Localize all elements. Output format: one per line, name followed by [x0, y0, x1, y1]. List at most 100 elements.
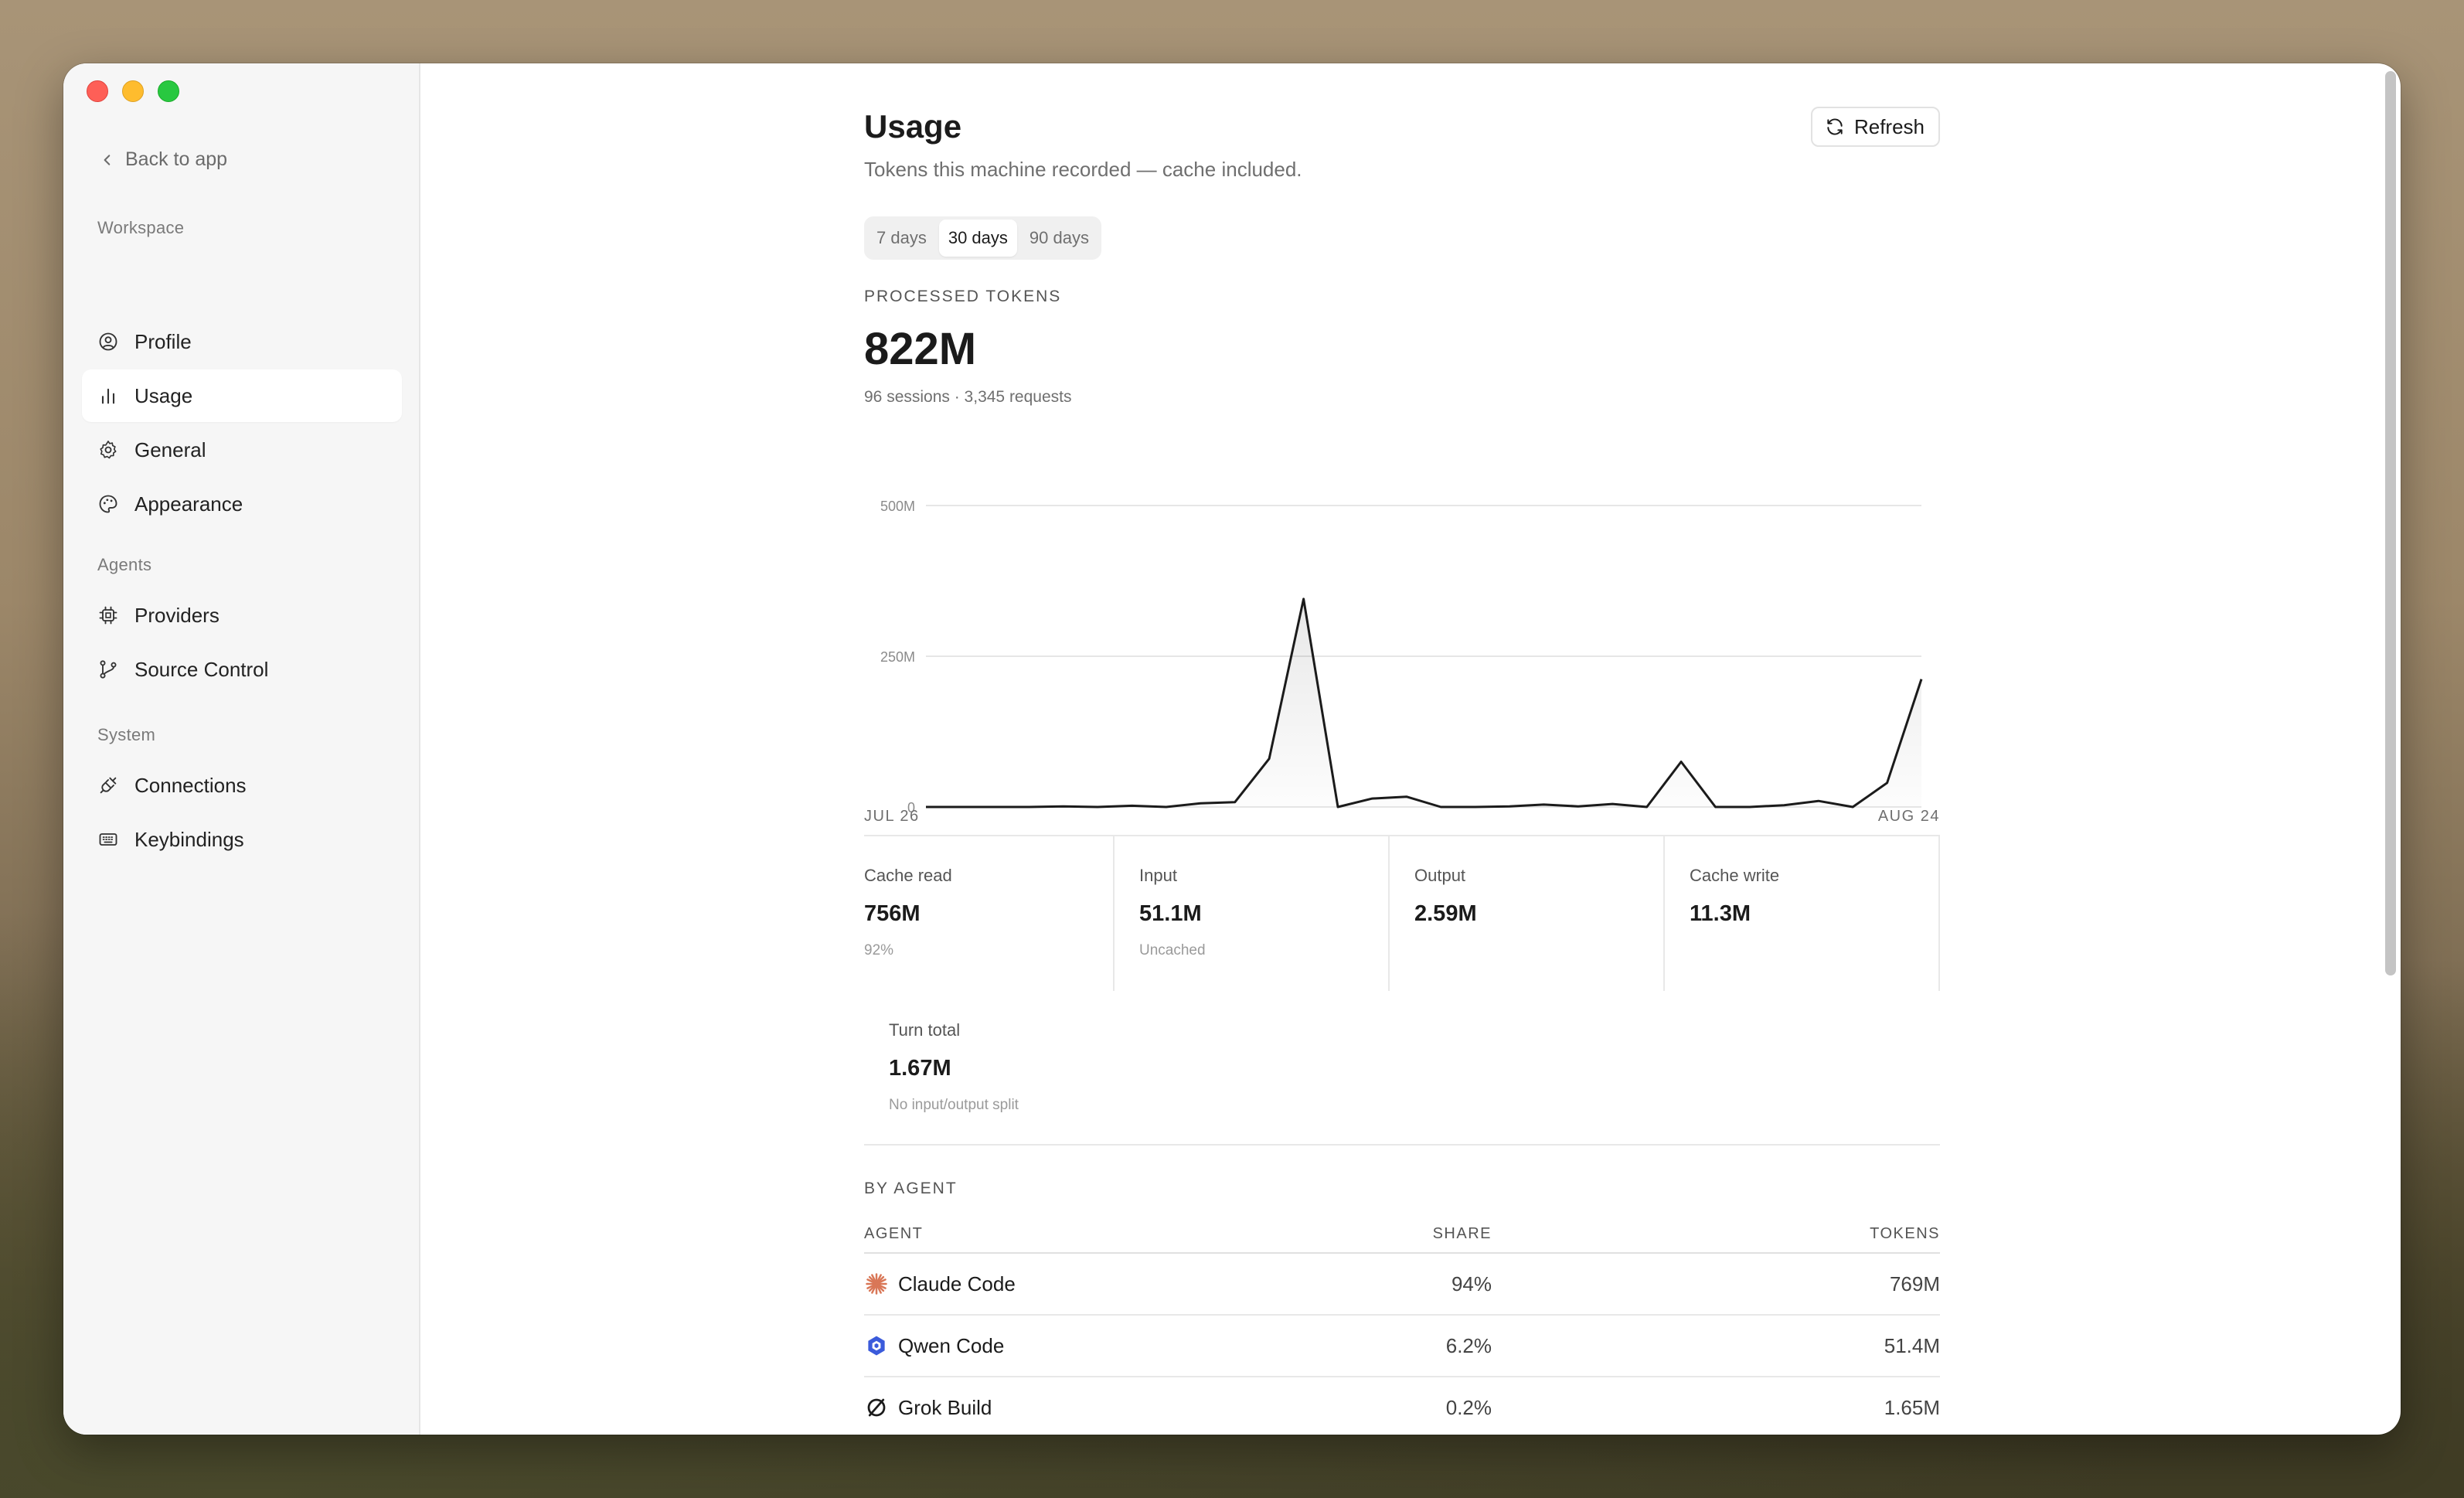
git-branch-icon: [100, 660, 117, 679]
range-option-30-days[interactable]: 30 days: [938, 220, 1017, 257]
data-point: [1268, 758, 1271, 761]
app-window: Back to app Workspace Profile Usage Gene…: [63, 63, 2401, 1435]
turn-total-label: Turn total: [889, 1020, 961, 1040]
usage-area: [926, 598, 1921, 807]
section-label-agents: Agents: [97, 555, 152, 574]
minimize-window-button[interactable]: [122, 80, 144, 102]
table-header: AGENT SHARE TOKENS: [864, 1215, 1940, 1254]
data-point: [1336, 805, 1339, 809]
data-point: [958, 805, 961, 809]
data-point: [1027, 805, 1030, 809]
stat-label: Output: [1414, 866, 1466, 885]
back-to-app-label: Back to app: [125, 148, 228, 170]
data-point: [1234, 801, 1237, 804]
sidebar-item-providers[interactable]: Providers: [82, 589, 402, 642]
bar-chart-icon: [101, 388, 115, 404]
data-point: [1508, 805, 1511, 808]
data-point: [1646, 805, 1649, 809]
claude-icon: [864, 1272, 889, 1296]
palette-icon: [99, 495, 117, 513]
processed-tokens-kicker: PROCESSED TOKENS: [864, 288, 1062, 305]
data-point: [1062, 805, 1065, 808]
agent-cell: Grok Build: [864, 1395, 1337, 1420]
data-point: [1542, 803, 1545, 806]
data-point: [1405, 795, 1408, 798]
sidebar-item-label: Profile: [134, 329, 192, 353]
main-content: Usage Tokens this machine recorded — cac…: [420, 63, 2401, 1435]
stat-note: Uncached: [1139, 942, 1206, 958]
data-point: [1611, 802, 1614, 805]
agent-tokens: 1.65M: [1884, 1395, 1940, 1419]
data-point: [1920, 678, 1923, 681]
stat-input: Input 51.1M Uncached: [1115, 836, 1390, 991]
column-header-share: SHARE: [1432, 1224, 1492, 1242]
sidebar-item-label: Source Control: [134, 657, 269, 681]
zoom-window-button[interactable]: [158, 80, 179, 102]
usage-chart: 500M 250M 0 JUL 26 AUG 24: [864, 442, 1940, 821]
agent-tokens: 51.4M: [1884, 1333, 1940, 1357]
sidebar: Back to app Workspace Profile Usage Gene…: [63, 63, 420, 1435]
agent-share: 0.2%: [1445, 1395, 1492, 1419]
agent-name: Qwen Code: [898, 1333, 1005, 1357]
sidebar-item-label: Appearance: [134, 492, 243, 516]
data-point: [1714, 805, 1717, 809]
chevron-left-icon: [104, 154, 111, 165]
data-point: [1748, 805, 1751, 809]
sidebar-item-label: Usage: [134, 383, 193, 407]
y-tick-label: 250M: [880, 649, 915, 665]
qwen-icon: [864, 1333, 889, 1358]
agent-name: Grok Build: [898, 1395, 992, 1419]
sidebar-item-general[interactable]: General: [82, 424, 402, 476]
page-subtitle: Tokens this machine recorded — cache inc…: [864, 158, 1302, 181]
keyboard-icon: [99, 833, 117, 846]
stat-label: Cache read: [864, 866, 952, 885]
refresh-button[interactable]: Refresh: [1810, 107, 1940, 147]
y-tick-label: 500M: [880, 499, 915, 514]
by-agent-kicker: BY AGENT: [864, 1180, 958, 1197]
data-point: [1165, 805, 1168, 809]
sidebar-item-usage[interactable]: Usage: [82, 369, 402, 422]
data-point: [1130, 804, 1133, 807]
data-point: [1817, 799, 1820, 802]
sidebar-item-keybindings[interactable]: Keybindings: [82, 813, 402, 866]
sessions-requests-meta: 96 sessions · 3,345 requests: [864, 388, 1072, 406]
plug-icon: [100, 777, 117, 794]
window-controls: [87, 80, 179, 102]
x-end-label: AUG 24: [1878, 808, 1940, 821]
table-row: Grok Build 0.2% 1.65M: [864, 1377, 1940, 1435]
stat-value: 51.1M: [1139, 901, 1202, 926]
sidebar-item-connections[interactable]: Connections: [82, 759, 402, 812]
column-header-tokens: TOKENS: [1870, 1224, 1940, 1242]
agent-cell: Claude Code: [864, 1272, 1337, 1296]
agent-share: 94%: [1451, 1272, 1492, 1295]
range-option-7-days[interactable]: 7 days: [867, 220, 936, 257]
stat-note: 92%: [864, 942, 894, 958]
scrollbar[interactable]: [2379, 63, 2401, 1435]
usage-chart-svg: 500M250M0JUL 26 AUG 24: [864, 499, 1940, 821]
back-to-app-link[interactable]: Back to app: [100, 148, 227, 171]
close-window-button[interactable]: [87, 80, 108, 102]
data-point: [1886, 781, 1889, 785]
stat-value: 11.3M: [1690, 901, 1751, 926]
sidebar-item-label: General: [134, 437, 206, 461]
agent-tokens: 769M: [1889, 1272, 1940, 1295]
agents-table: AGENT SHARE TOKENS Claude Code 94% 769M: [864, 1215, 1940, 1435]
processed-tokens-total: 822M: [864, 324, 977, 374]
table-row: Claude Code 94% 769M: [864, 1254, 1940, 1316]
sidebar-item-appearance[interactable]: Appearance: [82, 478, 402, 530]
sidebar-item-label: Providers: [134, 603, 220, 627]
stat-label: Input: [1139, 866, 1177, 885]
sidebar-item-source-control[interactable]: Source Control: [82, 643, 402, 696]
sidebar-item-profile[interactable]: Profile: [82, 315, 402, 368]
range-option-90-days[interactable]: 90 days: [1020, 220, 1098, 257]
agent-cell: Qwen Code: [864, 1333, 1337, 1358]
stat-cache-read: Cache read 756M 92%: [864, 836, 1115, 991]
section-label-workspace: Workspace: [97, 218, 185, 237]
turn-total-note: No input/output split: [889, 1097, 1019, 1113]
token-breakdown: Cache read 756M 92% Input 51.1M Uncached…: [864, 835, 1940, 991]
sidebar-item-label: Keybindings: [134, 827, 244, 851]
grok-icon: [864, 1395, 889, 1420]
scrollbar-thumb[interactable]: [2385, 71, 2396, 975]
data-point: [1680, 761, 1683, 764]
gear-icon: [100, 441, 117, 459]
